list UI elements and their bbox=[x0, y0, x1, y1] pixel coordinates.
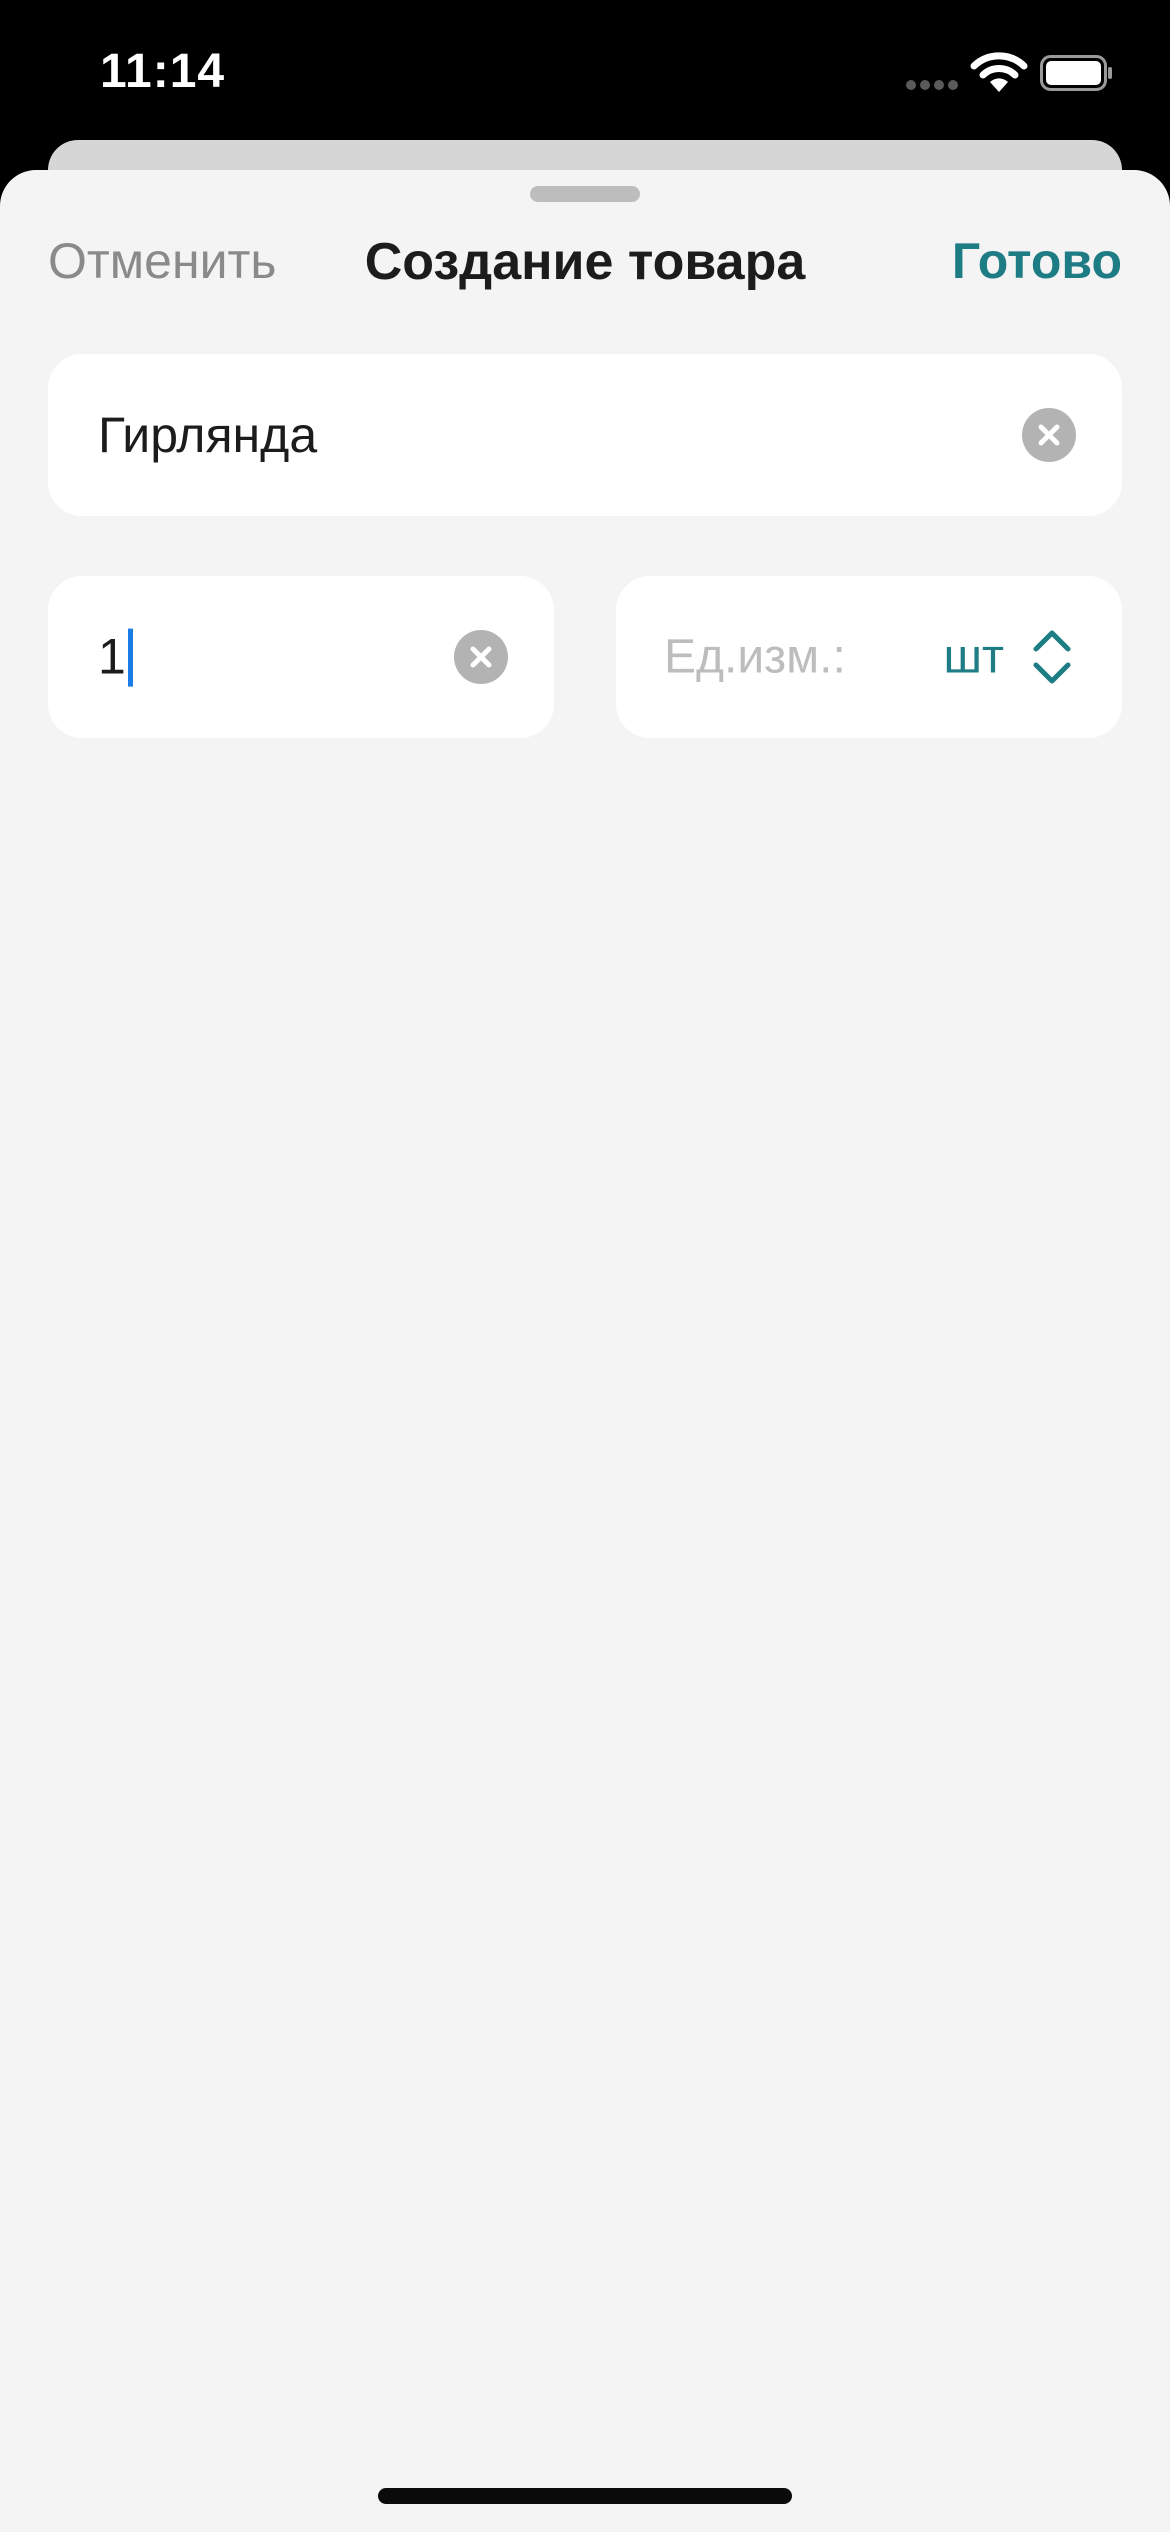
battery-icon bbox=[1040, 55, 1112, 91]
wifi-icon bbox=[970, 52, 1028, 92]
done-button[interactable]: Готово bbox=[952, 232, 1122, 290]
sheet-grabber[interactable] bbox=[530, 186, 640, 202]
unit-label: Ед.изм.: bbox=[664, 630, 846, 684]
screen: 11:14 Создание товара Отменить Готово Ги… bbox=[0, 0, 1170, 2532]
quantity-value: 1 bbox=[98, 628, 126, 685]
quantity-field[interactable]: 1 bbox=[48, 576, 554, 738]
unit-selector[interactable]: Ед.изм.: шт bbox=[616, 576, 1122, 738]
quantity-input-wrapper: 1 bbox=[98, 628, 133, 687]
product-name-value: Гирлянда bbox=[98, 407, 318, 463]
cancel-button[interactable]: Отменить bbox=[48, 232, 276, 290]
chevron-up-down-icon bbox=[1033, 630, 1071, 684]
cellular-dots-icon bbox=[906, 80, 960, 90]
create-product-sheet: Создание товара Отменить Готово Гирлянда… bbox=[0, 170, 1170, 2532]
text-caret bbox=[127, 628, 133, 687]
product-name-field[interactable]: Гирлянда bbox=[48, 354, 1122, 516]
home-indicator[interactable] bbox=[378, 2488, 792, 2504]
clear-quantity-icon[interactable] bbox=[454, 630, 508, 684]
unit-value: шт bbox=[943, 630, 1005, 684]
clear-name-icon[interactable] bbox=[1022, 408, 1076, 462]
status-time: 11:14 bbox=[100, 45, 226, 98]
